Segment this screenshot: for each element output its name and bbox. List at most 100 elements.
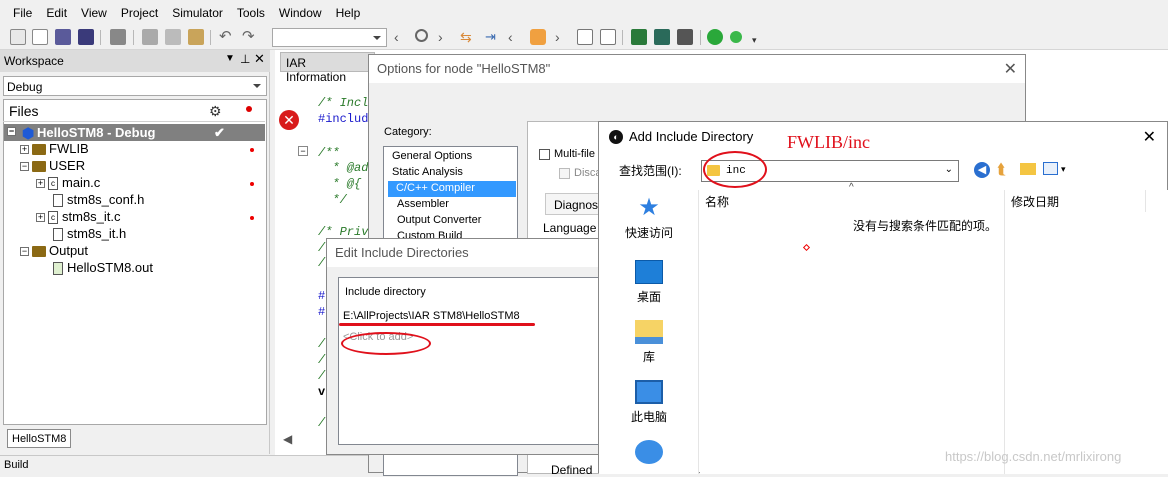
- tree-item-stm8s-conf-h[interactable]: stm8s_conf.h: [53, 192, 144, 209]
- tree-item-label: USER: [49, 158, 86, 173]
- code-line: /: [318, 353, 326, 367]
- place-library[interactable]: 库: [599, 320, 699, 365]
- library-icon: [635, 320, 663, 344]
- project-icon: ⬢: [22, 125, 35, 141]
- options-dialog-title: Options for node "HelloSTM8": [369, 55, 1025, 83]
- menu-help[interactable]: Help: [329, 6, 368, 20]
- computer-icon: [635, 380, 663, 404]
- save-all-icon[interactable]: [78, 29, 94, 45]
- status-text: Build: [4, 459, 29, 471]
- place-label: 桌面: [636, 290, 661, 304]
- category-assembler[interactable]: Assembler: [392, 197, 454, 213]
- tree-item-output[interactable]: − Output: [20, 243, 88, 260]
- files-header: Files ⚙: [3, 100, 265, 122]
- column-date[interactable]: 修改日期: [1011, 193, 1059, 210]
- chevron-left-icon[interactable]: ‹: [394, 29, 410, 45]
- pin-icon[interactable]: ⊥: [240, 52, 250, 66]
- place-network[interactable]: [599, 440, 699, 468]
- cut-icon[interactable]: [142, 29, 158, 45]
- discard-checkbox[interactable]: [559, 168, 570, 179]
- edit-include-title: Edit Include Directories: [327, 239, 607, 267]
- check-icon: ✔: [214, 125, 225, 140]
- run-icon[interactable]: [730, 31, 742, 43]
- include-dir-entry[interactable]: E:\AllProjects\IAR STM8\HelloSTM8: [343, 310, 520, 322]
- bookmark-next-icon[interactable]: [600, 29, 616, 45]
- breakpoint-marker: [250, 216, 254, 220]
- tree-item-label: stm8s_conf.h: [67, 192, 145, 207]
- search-icon[interactable]: [415, 29, 428, 42]
- up-folder-icon[interactable]: ⮬: [997, 161, 1006, 178]
- tree-item-stm8s-it-c[interactable]: + c stm8s_it.c: [36, 209, 121, 226]
- debug-icon[interactable]: [707, 29, 723, 45]
- toolbar-overflow-icon[interactable]: ▾: [752, 29, 768, 45]
- config-select[interactable]: Debug: [3, 76, 267, 96]
- chevron-right-icon[interactable]: ›: [438, 29, 454, 45]
- next-icon[interactable]: ›: [555, 29, 571, 45]
- print-icon[interactable]: [110, 29, 126, 45]
- category-general-options[interactable]: General Options: [387, 149, 477, 165]
- star-icon: ★: [638, 194, 660, 221]
- new-file-icon[interactable]: [10, 29, 26, 45]
- stop-build-icon[interactable]: [677, 29, 693, 45]
- compile-icon[interactable]: [631, 29, 647, 45]
- gear-icon[interactable]: ⚙: [209, 103, 222, 120]
- close-icon[interactable]: ✕: [1143, 127, 1156, 147]
- menu-tools[interactable]: Tools: [230, 6, 272, 20]
- save-icon[interactable]: [55, 29, 71, 45]
- include-dir-list[interactable]: [338, 277, 608, 445]
- menu-edit[interactable]: Edit: [39, 6, 74, 20]
- place-this-pc[interactable]: 此电脑: [599, 380, 699, 425]
- back-icon[interactable]: ◀: [974, 162, 990, 178]
- menu-window[interactable]: Window: [272, 6, 329, 20]
- tab-language[interactable]: Language: [535, 217, 605, 239]
- tree-item-project[interactable]: − ⬢ HelloSTM8 - Debug ✔: [4, 124, 265, 141]
- place-label: 库: [642, 350, 655, 364]
- multifile-checkbox[interactable]: [539, 149, 550, 160]
- scroll-left-icon[interactable]: ◀: [283, 432, 292, 446]
- close-icon[interactable]: ✕: [1004, 59, 1017, 79]
- folder-icon: [32, 161, 46, 173]
- menu-file[interactable]: File: [6, 6, 39, 20]
- place-desktop[interactable]: 桌面: [599, 260, 699, 305]
- find-combo[interactable]: [272, 28, 387, 47]
- tree-item-user[interactable]: − USER: [20, 158, 85, 175]
- sort-up-icon: ^: [849, 182, 854, 193]
- menu-view[interactable]: View: [74, 6, 114, 20]
- menu-project[interactable]: Project: [114, 6, 165, 20]
- tree-item-hellostm8-out[interactable]: HelloSTM8.out: [53, 260, 153, 277]
- breakpoint-marker: [250, 182, 254, 186]
- place-quick-access[interactable]: ★ 快速访问: [599, 196, 699, 241]
- undo-icon[interactable]: ↶: [219, 29, 235, 45]
- close-icon[interactable]: ✕: [254, 51, 265, 67]
- bookmark-icon[interactable]: [530, 29, 546, 45]
- collapse-icon[interactable]: −: [7, 127, 16, 136]
- folder-icon: [32, 144, 46, 156]
- column-name[interactable]: 名称: [705, 193, 729, 210]
- category-output-converter[interactable]: Output Converter: [392, 213, 486, 229]
- tree-item-main-c[interactable]: + c main.c: [36, 175, 100, 192]
- redo-icon[interactable]: ↷: [242, 29, 258, 45]
- dropdown-icon[interactable]: ▼: [225, 53, 235, 64]
- menu-simulator[interactable]: Simulator: [165, 6, 230, 20]
- tab-diagnostics[interactable]: Diagnos: [545, 193, 605, 215]
- paste-icon[interactable]: [188, 29, 204, 45]
- view-menu-icon[interactable]: [1043, 162, 1058, 175]
- annotation-circle: [341, 332, 431, 355]
- goto-icon[interactable]: ⇥: [485, 29, 501, 45]
- new-doc-icon[interactable]: [32, 29, 48, 45]
- prev-icon[interactable]: ‹: [508, 29, 524, 45]
- replace-icon[interactable]: ⇆: [460, 29, 476, 45]
- copy-icon[interactable]: [165, 29, 181, 45]
- view-dropdown-icon[interactable]: ▾: [1061, 164, 1066, 175]
- tree-item-stm8s-it-h[interactable]: stm8s_it.h: [53, 226, 126, 243]
- new-folder-icon[interactable]: [1020, 163, 1036, 175]
- tab-hellostm8[interactable]: HelloSTM8: [7, 429, 71, 448]
- annotation-circle: [703, 151, 767, 188]
- tree-item-fwlib[interactable]: + FWLIB: [20, 141, 89, 158]
- category-compiler[interactable]: C/C++ Compiler: [388, 181, 516, 197]
- tab-iar-information[interactable]: IAR Information: [280, 52, 375, 84]
- make-icon[interactable]: [654, 29, 670, 45]
- fold-icon[interactable]: −: [298, 146, 308, 156]
- bookmark-prev-icon[interactable]: [577, 29, 593, 45]
- category-static-analysis[interactable]: Static Analysis: [387, 165, 468, 181]
